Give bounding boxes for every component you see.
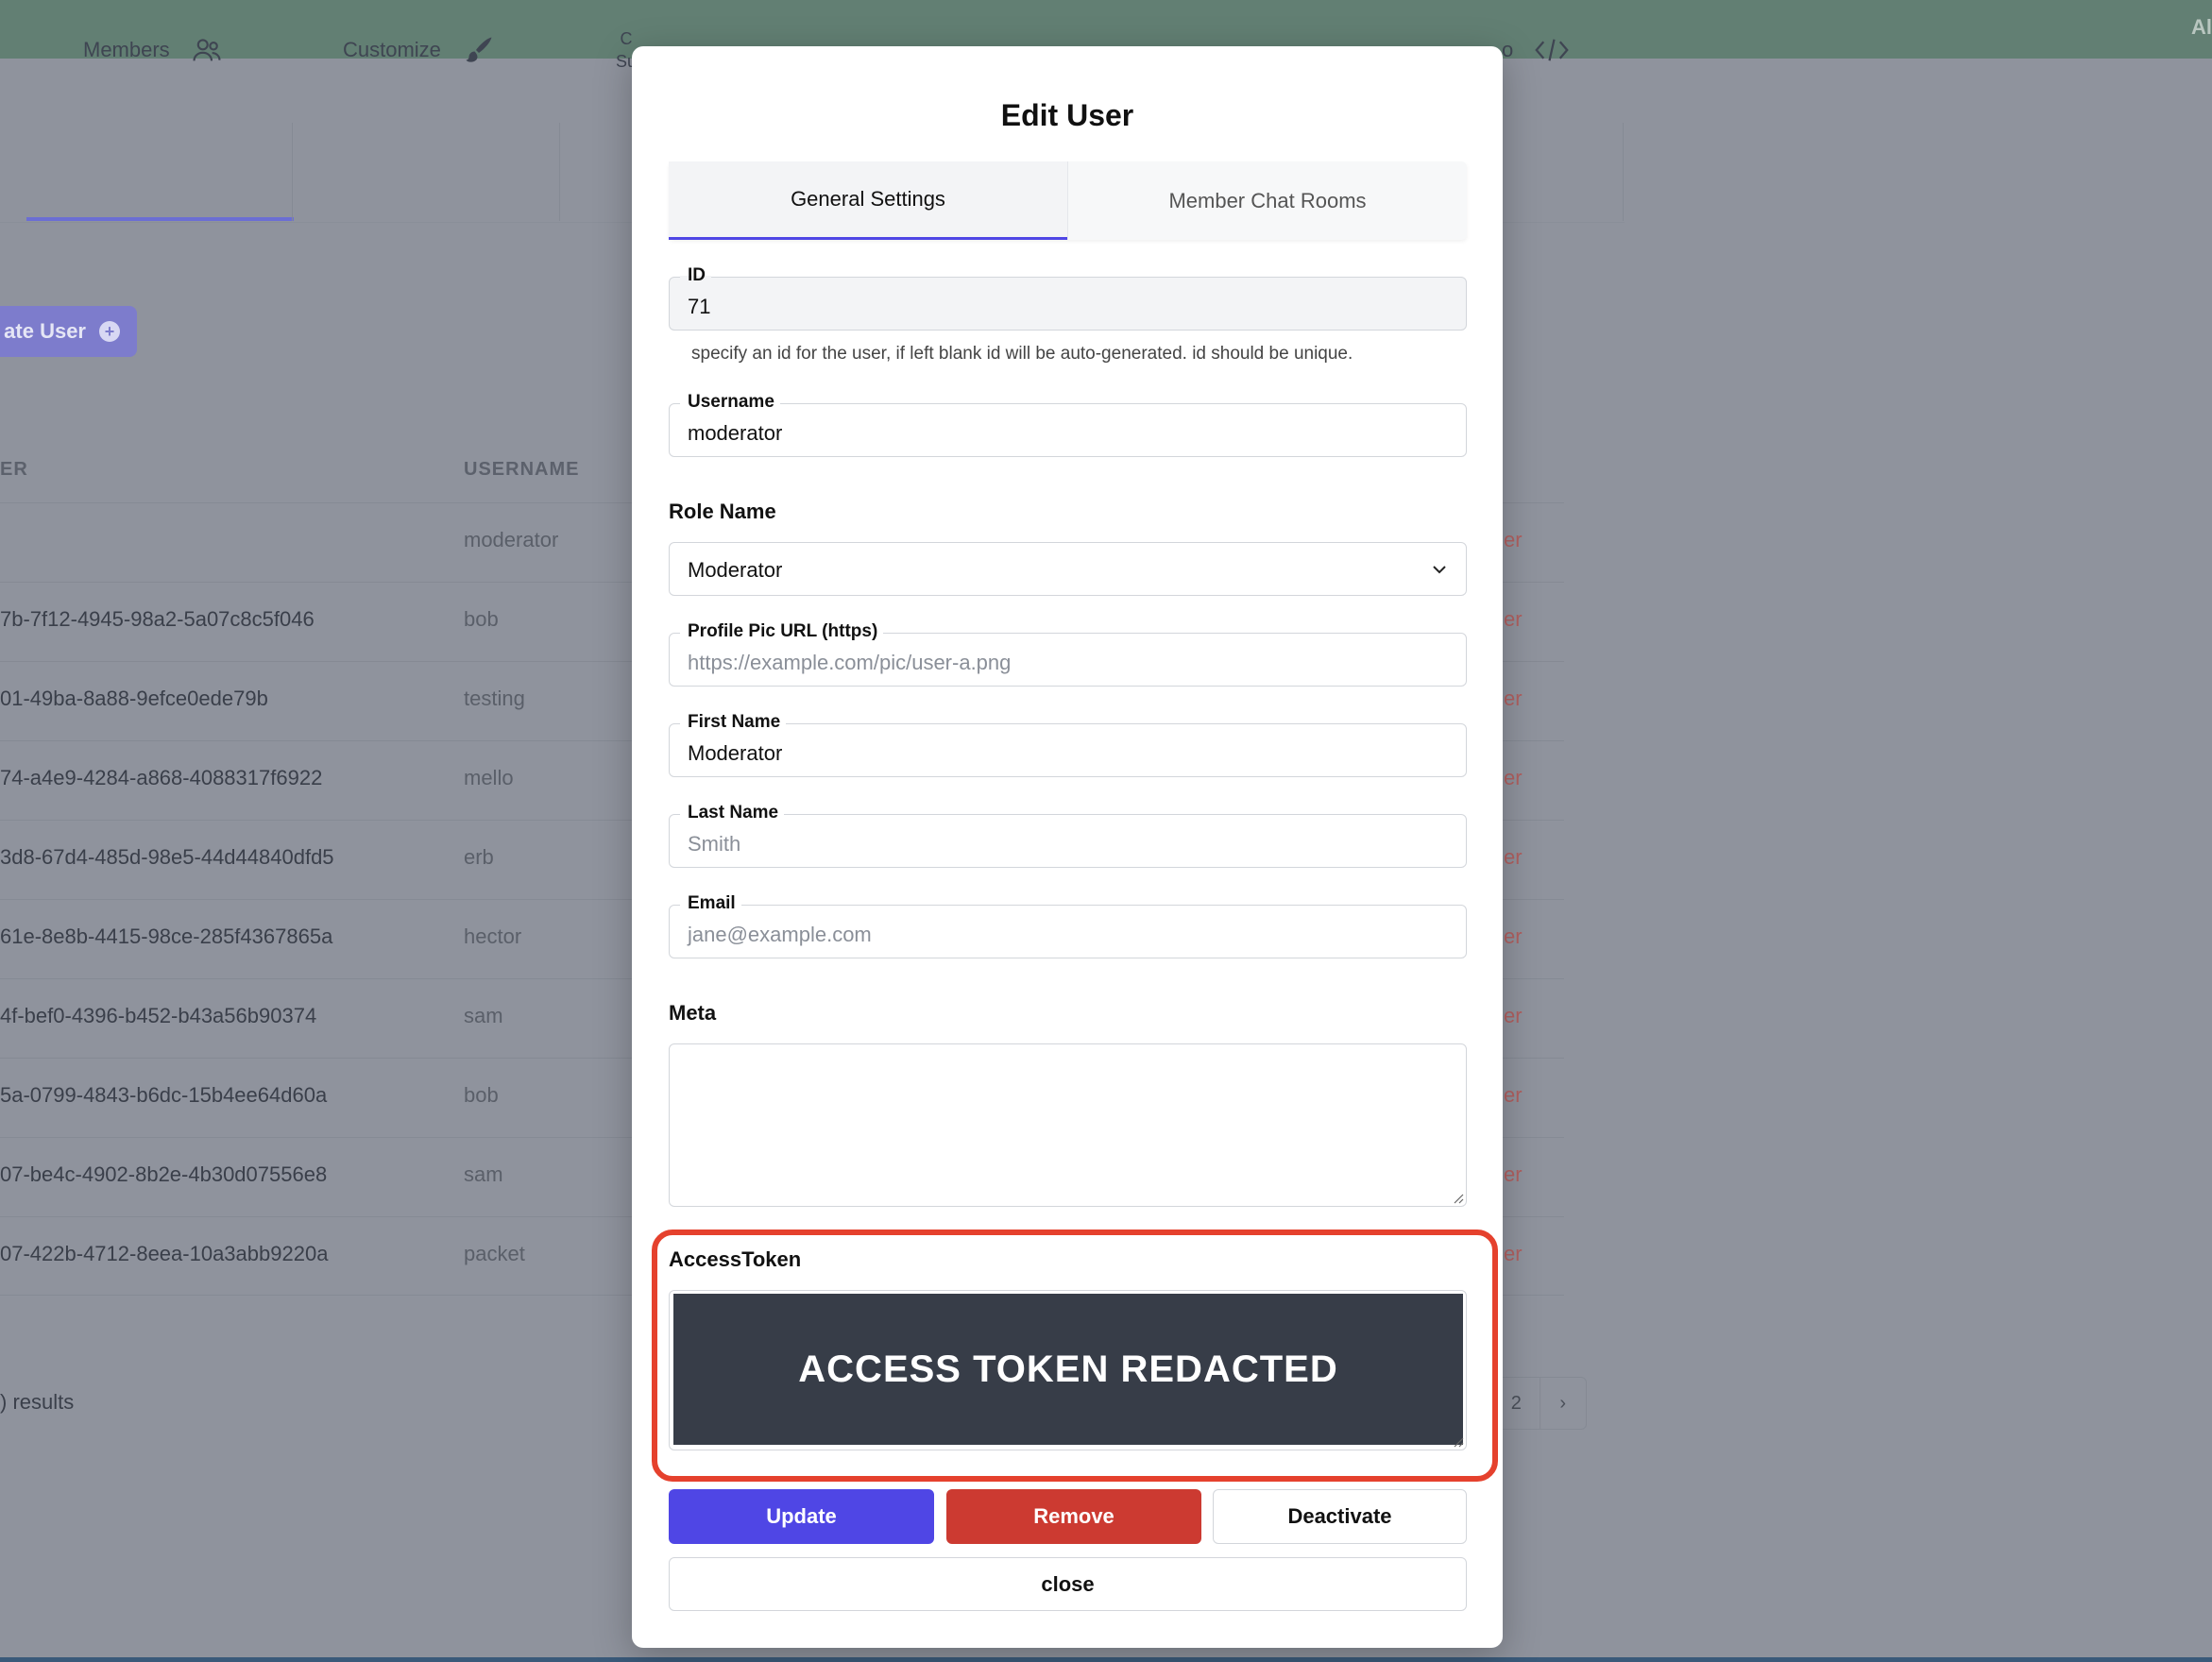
update-button[interactable]: Update — [669, 1489, 934, 1544]
close-button[interactable]: close — [669, 1557, 1467, 1611]
chevron-down-icon — [1433, 566, 1446, 574]
tab-members-label: Members — [83, 38, 170, 61]
first-name-label: First Name — [680, 712, 787, 733]
users-icon — [193, 39, 221, 61]
row-user-id: 4f-bef0-4396-b452-b43a56b90374 — [0, 1004, 317, 1027]
results-count: ) results — [0, 1390, 75, 1414]
tab-customize-label: Customize — [343, 38, 441, 61]
profile-pic-url-label: Profile Pic URL (https) — [680, 621, 884, 642]
row-username: moderator — [464, 528, 559, 551]
bottom-bar — [0, 1657, 2212, 1662]
last-name-label: Last Name — [680, 803, 785, 823]
modal-tabs: General Settings Member Chat Rooms — [669, 161, 1467, 240]
tab-partial-line1: C — [620, 29, 633, 48]
role-name-label: Role Name — [669, 500, 776, 523]
tab-code[interactable]: o — [1502, 0, 1570, 100]
tab-code-label: o — [1502, 38, 1514, 61]
id-help-text: specify an id for the user, if left blan… — [691, 344, 1353, 364]
deactivate-button[interactable]: Deactivate — [1213, 1489, 1467, 1544]
profile-pic-url-placeholder: https://example.com/pic/user-a.png — [688, 651, 1012, 674]
row-role: er — [1504, 1242, 1523, 1265]
column-header-user: ER — [0, 459, 28, 480]
email-field[interactable]: Email jane@example.com — [669, 893, 1467, 958]
row-user-id: 01-49ba-8a88-9efce0ede79b — [0, 687, 268, 710]
paintbrush-icon — [466, 37, 492, 62]
email-placeholder: jane@example.com — [688, 923, 872, 946]
row-role: er — [1504, 1162, 1523, 1186]
tab-members-underline — [26, 217, 294, 221]
first-name-field[interactable]: First Name Moderator — [669, 712, 1467, 777]
meta-textarea[interactable] — [669, 1043, 1467, 1207]
row-role: er — [1504, 528, 1523, 551]
last-name-placeholder: Smith — [688, 832, 741, 856]
row-username: testing — [464, 687, 525, 710]
username-field[interactable]: Username moderator — [669, 392, 1467, 457]
meta-label: Meta — [669, 1001, 717, 1025]
access-token-label: AccessToken — [669, 1247, 802, 1271]
email-label: Email — [680, 893, 741, 914]
row-user-id: 3d8-67d4-485d-98e5-44d44840dfd5 — [0, 845, 334, 869]
edit-user-modal: Edit User General Settings Member Chat R… — [632, 46, 1503, 1648]
row-username: erb — [464, 845, 494, 869]
create-user-button[interactable]: ate User + — [0, 306, 137, 357]
row-username: hector — [464, 924, 522, 948]
row-user-id: 07-422b-4712-8eea-10a3abb9220a — [0, 1242, 329, 1265]
role-select-value: Moderator — [688, 558, 783, 582]
row-username: bob — [464, 1083, 499, 1107]
tab-divider — [1623, 123, 1624, 221]
plus-circle-icon: + — [99, 321, 120, 342]
role-select[interactable]: Moderator — [669, 542, 1467, 596]
first-name-value: Moderator — [688, 741, 783, 765]
code-icon — [1535, 39, 1569, 61]
username-field-value: moderator — [688, 421, 783, 445]
tab-divider — [292, 123, 293, 221]
resize-handle-icon[interactable] — [1451, 1191, 1464, 1204]
column-header-username: USERNAME — [464, 459, 580, 480]
tab-divider — [559, 123, 560, 221]
id-field-value: 71 — [688, 295, 711, 318]
row-username: mello — [464, 766, 514, 789]
row-role: er — [1504, 687, 1523, 710]
remove-button[interactable]: Remove — [946, 1489, 1201, 1544]
row-role: er — [1504, 845, 1523, 869]
row-role: er — [1504, 1083, 1523, 1107]
row-user-id: 61e-8e8b-4415-98ce-285f4367865a — [0, 924, 333, 948]
row-role: er — [1504, 924, 1523, 948]
resize-handle-icon[interactable] — [1451, 1434, 1464, 1448]
tab-customize[interactable]: Customize — [343, 0, 496, 100]
row-username: packet — [464, 1242, 525, 1265]
row-role: er — [1504, 1004, 1523, 1027]
id-field-label: ID — [680, 265, 711, 286]
top-bar-text: Al — [2191, 15, 2212, 39]
create-user-label: ate User — [4, 319, 86, 343]
tab-members[interactable]: Members — [83, 0, 223, 100]
profile-pic-url-field[interactable]: Profile Pic URL (https) https://example.… — [669, 621, 1467, 687]
row-role: er — [1504, 607, 1523, 631]
username-field-label: Username — [680, 392, 780, 413]
tab-general-settings[interactable]: General Settings — [669, 161, 1067, 240]
tab-member-chat-rooms[interactable]: Member Chat Rooms — [1067, 161, 1467, 240]
access-token-redaction: ACCESS TOKEN REDACTED — [673, 1294, 1463, 1445]
access-token-textarea[interactable]: ACCESS TOKEN REDACTED — [669, 1290, 1467, 1450]
row-username: sam — [464, 1162, 503, 1186]
row-username: sam — [464, 1004, 503, 1027]
last-name-field[interactable]: Last Name Smith — [669, 803, 1467, 868]
row-username: bob — [464, 607, 499, 631]
row-user-id: 5a-0799-4843-b6dc-15b4ee64d60a — [0, 1083, 328, 1107]
row-user-id: 07-be4c-4902-8b2e-4b30d07556e8 — [0, 1162, 328, 1186]
row-user-id: 7b-7f12-4945-98a2-5a07c8c5f046 — [0, 607, 315, 631]
modal-title: Edit User — [1000, 98, 1134, 132]
row-user-id: 74-a4e9-4284-a868-4088317f6922 — [0, 766, 323, 789]
id-field[interactable]: ID 71 — [669, 265, 1467, 331]
pagination: 2 › — [1492, 1377, 1587, 1430]
next-page-button[interactable]: › — [1539, 1378, 1587, 1429]
row-role: er — [1504, 766, 1523, 789]
